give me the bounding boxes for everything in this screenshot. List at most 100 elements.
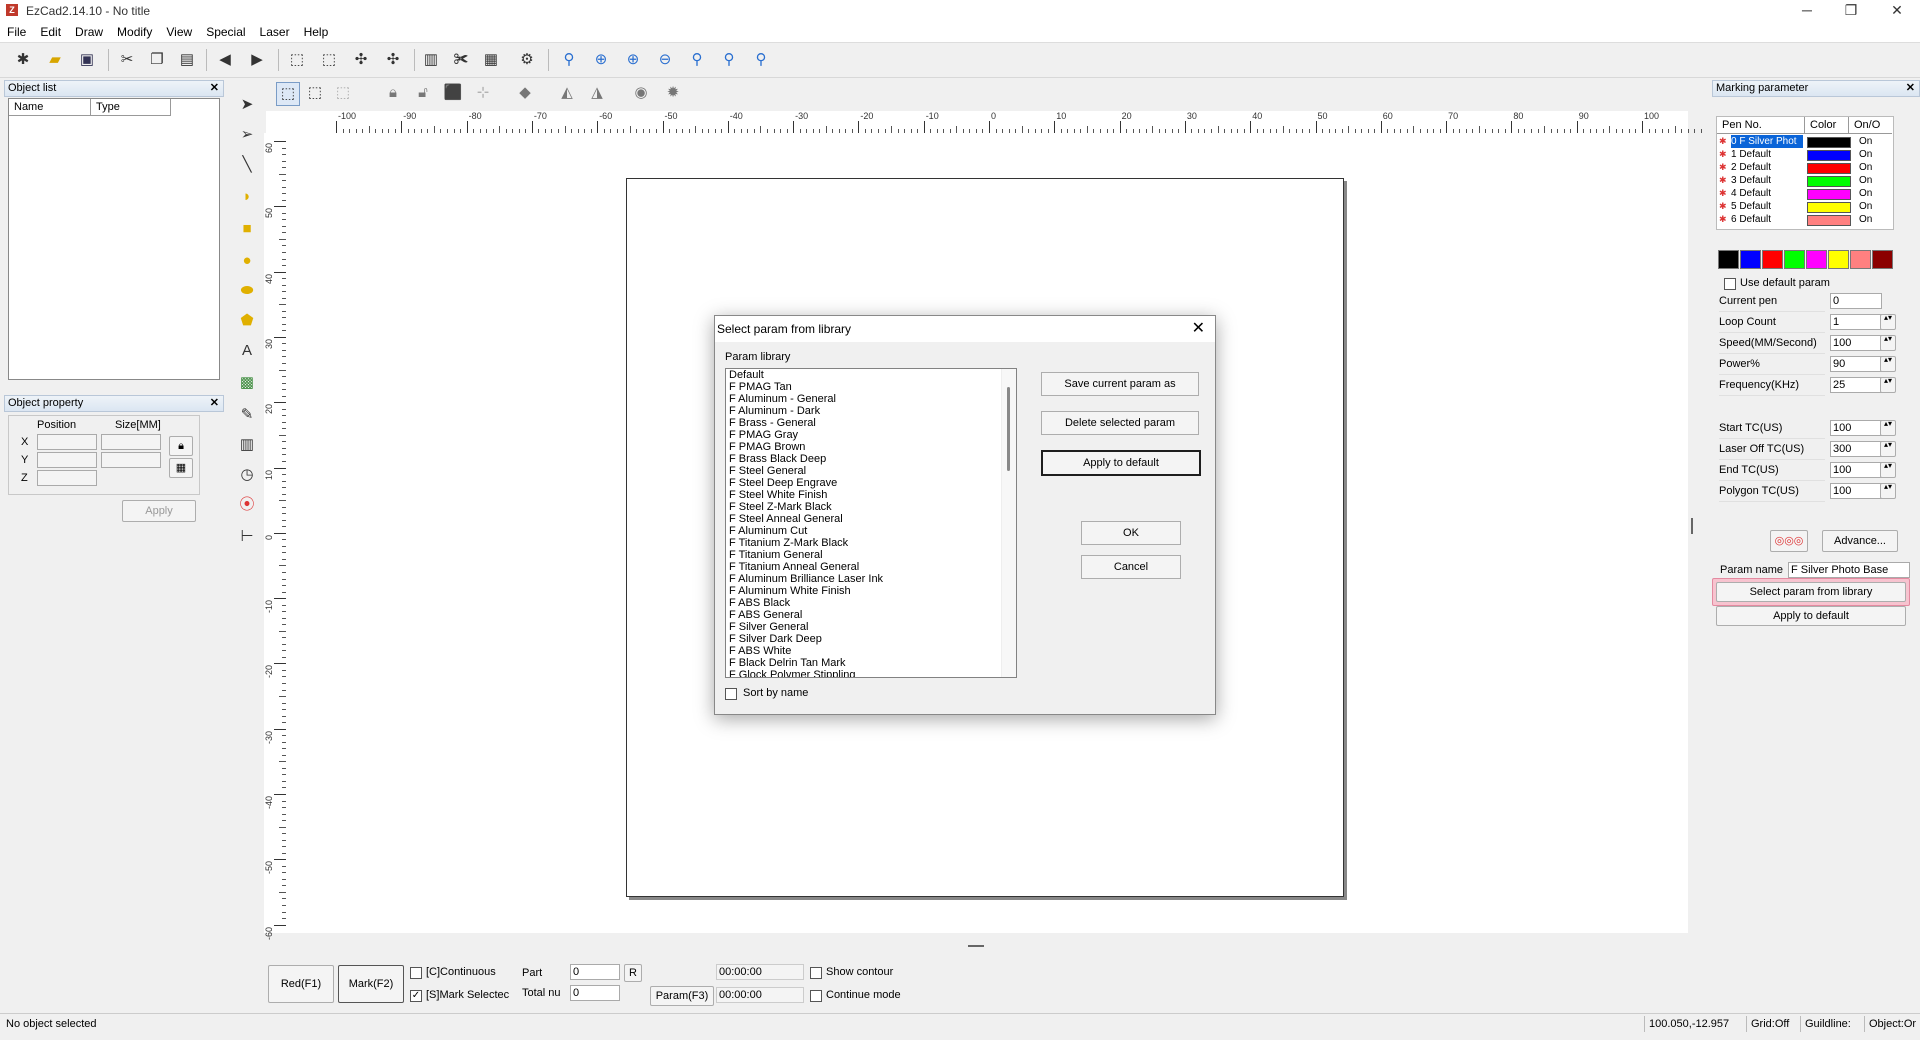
pen-color-swatch[interactable] (1807, 202, 1851, 213)
pen-row[interactable]: ✱ 1 Default On (1717, 148, 1903, 161)
palette-color-swatch[interactable] (1806, 250, 1827, 269)
param-list-item[interactable]: F ABS White (726, 645, 1016, 657)
ellipse-icon[interactable]: ⬬ (236, 280, 258, 302)
lock-icon[interactable]: 🔒︎ (382, 82, 404, 104)
calculator-icon[interactable]: ▦ (480, 49, 502, 71)
combine-icon[interactable]: ✣ (382, 49, 404, 71)
rectangle-icon[interactable]: ■ (236, 218, 258, 240)
param-list-item[interactable]: Default (726, 369, 1016, 381)
barcode-icon[interactable]: ▥ (236, 434, 258, 456)
param-list-item[interactable]: F Steel General (726, 465, 1016, 477)
save-current-param-button[interactable]: Save current param as (1041, 372, 1199, 396)
select-group-icon[interactable]: ⬚ (304, 82, 326, 104)
pen-color-swatch[interactable] (1807, 163, 1851, 174)
text-icon[interactable]: A (236, 340, 258, 362)
param-list-item[interactable]: F Steel White Finish (726, 489, 1016, 501)
close-icon[interactable]: ✕ (210, 396, 219, 411)
pen-row[interactable]: ✱ 0 F Silver Phot On (1717, 135, 1903, 148)
save-icon[interactable]: ▣ (76, 49, 98, 71)
param-list-item[interactable]: F Steel Z-Mark Black (726, 501, 1016, 513)
mirror-vertical-icon[interactable]: ◮ (586, 82, 608, 104)
select-node-icon[interactable]: ⬚ (332, 82, 354, 104)
view-icon[interactable]: ◉ (630, 82, 652, 104)
line-icon[interactable]: ╲ (236, 154, 258, 176)
param-list-item[interactable]: F Titanium Anneal General (726, 561, 1016, 573)
pen-color-swatch[interactable] (1807, 189, 1851, 200)
cancel-button[interactable]: Cancel (1081, 555, 1181, 579)
col-on-off[interactable]: On/O (1849, 117, 1892, 134)
pen-color-swatch[interactable] (1807, 137, 1851, 148)
hatch-icon[interactable]: ▥ (420, 49, 442, 71)
apply-to-default-pen-button[interactable]: Apply to default (1716, 606, 1906, 626)
palette-color-swatch[interactable] (1784, 250, 1805, 269)
curve-icon[interactable]: ◗ (236, 186, 258, 208)
continuous-checkbox[interactable] (410, 967, 422, 979)
close-icon[interactable]: ✕ (1192, 316, 1205, 342)
palette-color-swatch[interactable] (1828, 250, 1849, 269)
pen-on-off[interactable]: On (1859, 200, 1872, 213)
menu-laser[interactable]: Laser (253, 22, 297, 42)
select-param-from-library-button[interactable]: Select param from library (1716, 582, 1906, 602)
splitter-grip[interactable] (968, 945, 984, 947)
apply-button[interactable]: Apply (122, 500, 196, 522)
menu-file[interactable]: File (0, 22, 33, 42)
part-field[interactable]: 0 (570, 964, 620, 980)
palette-color-swatch[interactable] (1872, 250, 1893, 269)
zoom-selected-icon[interactable]: ⚲ (750, 49, 772, 71)
mark-selected-checkbox[interactable]: ✓ (410, 990, 422, 1002)
palette-color-swatch[interactable] (1718, 250, 1739, 269)
param-value-field[interactable]: 100 (1830, 420, 1882, 436)
pen-row[interactable]: ✱ 6 Default On (1717, 213, 1903, 226)
pen-on-off[interactable]: On (1859, 148, 1872, 161)
pen-row[interactable]: ✱ 4 Default On (1717, 187, 1903, 200)
cut-icon[interactable]: ✂ (116, 49, 138, 71)
paste-icon[interactable]: ▤ (176, 49, 198, 71)
select-all-icon[interactable]: ⬚ (276, 82, 300, 106)
param-list-item[interactable]: F Aluminum - Dark (726, 405, 1016, 417)
param-value-field[interactable]: 90 (1830, 356, 1882, 372)
rotate-icon[interactable]: ◆ (514, 82, 536, 104)
pen-color-icon[interactable]: ◎◎◎ (1770, 530, 1808, 552)
param-value-field[interactable]: 0 (1830, 293, 1882, 309)
param-name-field[interactable]: F Silver Photo Base (1788, 562, 1910, 578)
menu-view[interactable]: View (159, 22, 199, 42)
pen-color-swatch[interactable] (1807, 176, 1851, 187)
pen-on-off[interactable]: On (1859, 135, 1872, 148)
param-value-field[interactable]: 100 (1830, 483, 1882, 499)
bitmap-icon[interactable]: ▩ (236, 372, 258, 394)
sort-by-name-checkbox[interactable] (725, 688, 737, 700)
param-value-field[interactable]: 300 (1830, 441, 1882, 457)
total-field[interactable]: 0 (570, 985, 620, 1001)
node-edit-icon[interactable]: ✣ (350, 49, 372, 71)
copy-icon[interactable]: ❐ (146, 49, 168, 71)
pen-color-swatch[interactable] (1807, 215, 1851, 226)
lock-icon[interactable]: 🔒︎ (169, 436, 193, 456)
param-list-item[interactable]: F Aluminum White Finish (726, 585, 1016, 597)
pen-row[interactable]: ✱ 5 Default On (1717, 200, 1903, 213)
spin-button[interactable]: ▴▾ (1880, 462, 1896, 478)
vertical-splitter-grip[interactable] (1691, 518, 1693, 534)
col-pen-no[interactable]: Pen No. (1717, 117, 1805, 134)
pen-color-swatch[interactable] (1807, 150, 1851, 161)
tools-icon[interactable]: ✀ (450, 49, 472, 71)
param-list-item[interactable]: F Titanium General (726, 549, 1016, 561)
continue-mode-checkbox[interactable] (810, 990, 822, 1002)
timer-icon[interactable]: ◷ (236, 464, 258, 486)
pen-list[interactable]: Pen No. Color On/O ✱ 0 F Silver Phot On ✱ 1 … (1716, 116, 1894, 230)
param-list-item[interactable]: F PMAG Tan (726, 381, 1016, 393)
menu-special[interactable]: Special (199, 22, 252, 42)
param-list-item[interactable]: F Silver Dark Deep (726, 633, 1016, 645)
param-list-item[interactable]: F Black Delrin Tan Mark (726, 657, 1016, 669)
pen-row[interactable]: ✱ 3 Default On (1717, 174, 1903, 187)
param-list-item[interactable]: F Silver General (726, 621, 1016, 633)
apply-to-default-button[interactable]: Apply to default (1041, 450, 1201, 476)
delete-selected-param-button[interactable]: Delete selected param (1041, 411, 1199, 435)
close-icon[interactable]: ✕ (1906, 81, 1915, 96)
advance-button[interactable]: Advance... (1822, 530, 1898, 552)
pen-on-off[interactable]: On (1859, 187, 1872, 200)
zoom-in-window-icon[interactable]: ⊕ (622, 49, 644, 71)
palette-color-swatch[interactable] (1850, 250, 1871, 269)
align-icon[interactable]: ⊹ (472, 82, 494, 104)
x-position-field[interactable] (37, 434, 97, 450)
close-window-button[interactable]: ✕ (1874, 0, 1920, 22)
